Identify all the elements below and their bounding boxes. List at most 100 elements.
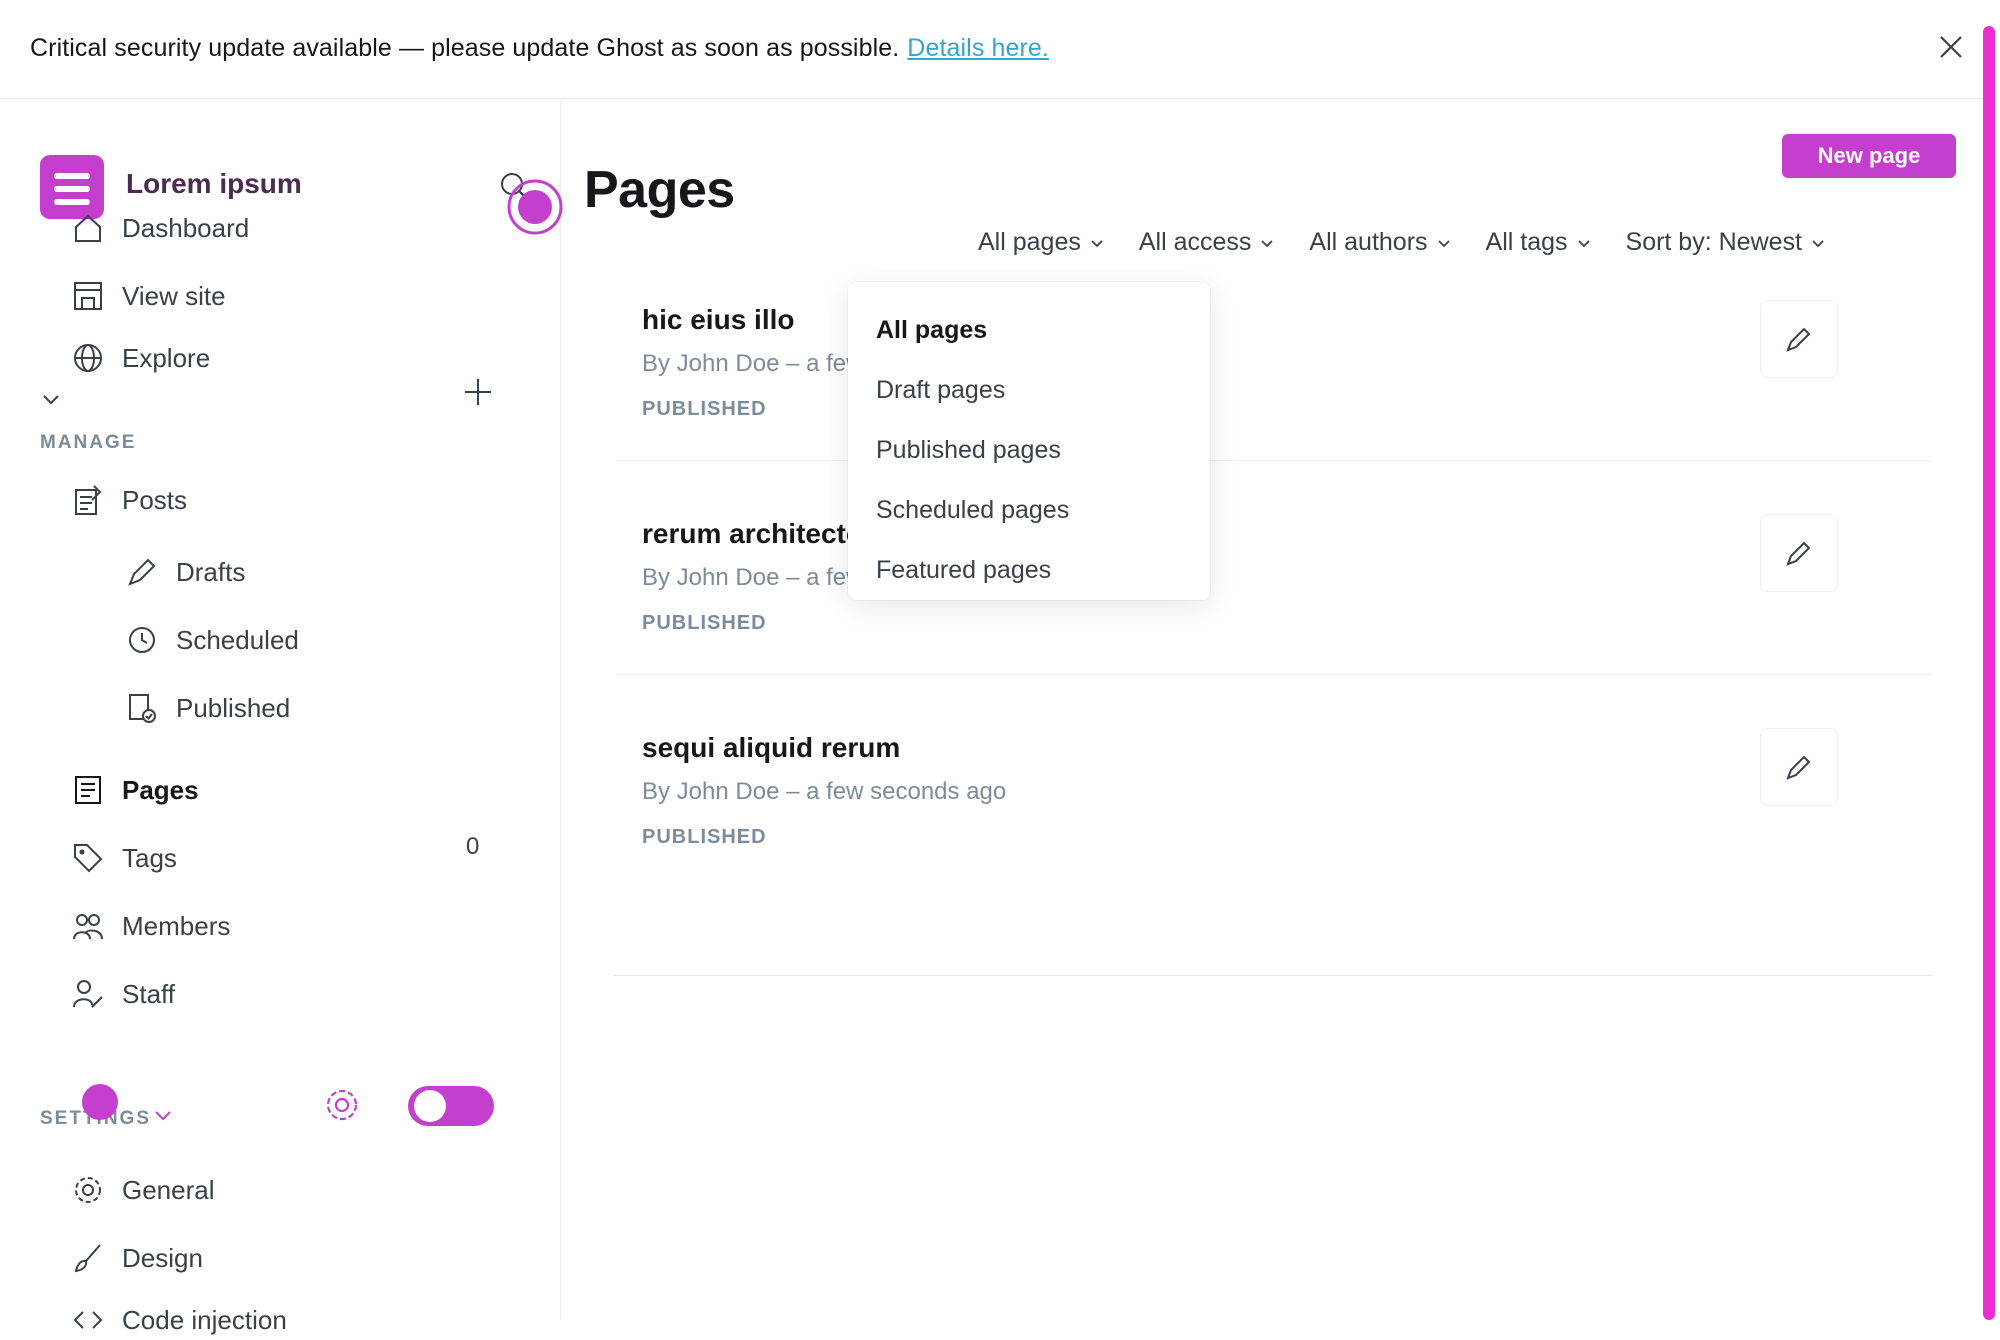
filter-label: All pages bbox=[978, 228, 1081, 256]
sidebar-item-label: Posts bbox=[122, 484, 188, 515]
page-title-link[interactable]: hic eius illo bbox=[642, 304, 794, 336]
pencil-icon bbox=[1786, 327, 1811, 352]
list-item[interactable]: hic eius illo By John Doe – a few second… bbox=[616, 290, 1932, 506]
home-icon bbox=[75, 214, 101, 242]
add-post-icon[interactable] bbox=[462, 376, 494, 408]
dropdown-option-scheduled-pages[interactable]: Scheduled pages bbox=[876, 496, 1069, 525]
filter-label: All authors bbox=[1309, 228, 1428, 256]
pages-title-icon bbox=[507, 179, 563, 235]
filter-bar: All pages All access All authors All tag… bbox=[978, 228, 1826, 257]
tag-icon bbox=[74, 844, 103, 873]
sidebar-item-staff[interactable]: Staff bbox=[72, 974, 175, 1014]
sidebar-item-view-site[interactable]: View site bbox=[72, 276, 226, 316]
gear-icon bbox=[75, 1177, 101, 1203]
list-item[interactable]: sequi aliquid rerum By John Doe – a few … bbox=[616, 718, 1932, 934]
sidebar-item-label: Drafts bbox=[176, 556, 246, 587]
pencil-icon bbox=[1786, 755, 1811, 780]
filter-label: All tags bbox=[1485, 228, 1568, 256]
chevron-down-icon bbox=[1577, 239, 1590, 247]
new-page-button[interactable]: New page bbox=[1782, 134, 1956, 178]
sidebar-item-label: Code injection bbox=[122, 1304, 287, 1335]
row-divider bbox=[616, 674, 1932, 675]
clock-icon bbox=[129, 627, 155, 653]
chevron-down-icon bbox=[1261, 239, 1274, 247]
sort-select[interactable]: Sort by: Newest bbox=[1626, 228, 1826, 257]
pages-icon bbox=[75, 776, 101, 804]
members-icon bbox=[73, 914, 103, 940]
sidebar-item-members[interactable]: Members bbox=[72, 906, 230, 946]
chevron-down-icon[interactable] bbox=[152, 1104, 174, 1126]
page-meta: By John Doe – a few seconds ago bbox=[642, 778, 1007, 805]
toggle-knob bbox=[414, 1090, 446, 1122]
status-badge: PUBLISHED bbox=[642, 398, 767, 420]
sidebar-item-label: Tags bbox=[122, 842, 177, 873]
filter-label: Sort by: Newest bbox=[1625, 228, 1802, 256]
paintbrush-icon bbox=[74, 1244, 101, 1273]
dropdown-option-featured-pages[interactable]: Featured pages bbox=[876, 556, 1051, 585]
published-icon bbox=[129, 694, 156, 723]
sidebar-item-scheduled[interactable]: Scheduled bbox=[126, 620, 299, 660]
filter-label: All access bbox=[1138, 228, 1252, 256]
chevron-down-icon[interactable] bbox=[40, 388, 62, 410]
sidebar-item-label: Published bbox=[176, 692, 291, 723]
edit-page-button[interactable] bbox=[1760, 514, 1838, 592]
row-divider bbox=[616, 460, 1932, 461]
filter-tags-select[interactable]: All tags bbox=[1486, 228, 1592, 257]
page-type-dropdown: All pages Draft pages Published pages Sc… bbox=[848, 282, 1210, 600]
sidebar-item-label: Design bbox=[122, 1242, 203, 1273]
pencil-icon bbox=[1786, 541, 1811, 566]
page-title-link[interactable]: sequi aliquid rerum bbox=[642, 732, 900, 764]
list-item[interactable]: rerum architecto quibusdam By John Doe –… bbox=[616, 504, 1932, 720]
members-count: 0 bbox=[466, 833, 480, 860]
filter-type-select[interactable]: All pages bbox=[978, 228, 1105, 257]
posts-icon bbox=[75, 485, 102, 515]
sidebar-item-label: General bbox=[122, 1174, 215, 1205]
pencil-icon bbox=[128, 558, 156, 586]
globe-icon bbox=[74, 344, 102, 372]
sidebar-item-label: View site bbox=[122, 280, 226, 311]
chevron-down-icon bbox=[1091, 239, 1103, 247]
banner-divider bbox=[0, 98, 1985, 99]
status-badge: PUBLISHED bbox=[642, 826, 767, 848]
close-icon[interactable] bbox=[1936, 32, 1966, 62]
settings-gear-icon[interactable] bbox=[322, 1085, 362, 1125]
sidebar-item-design[interactable]: Design bbox=[72, 1238, 203, 1278]
scrollbar[interactable] bbox=[1983, 26, 1995, 1320]
filter-authors-select[interactable]: All authors bbox=[1309, 228, 1451, 257]
status-badge: PUBLISHED bbox=[642, 612, 767, 634]
avatar[interactable] bbox=[82, 1084, 118, 1120]
sidebar-item-general[interactable]: General bbox=[72, 1170, 215, 1210]
sidebar-item-drafts[interactable]: Drafts bbox=[126, 552, 245, 592]
dropdown-option-draft-pages[interactable]: Draft pages bbox=[876, 376, 1005, 405]
update-banner: Critical security update available — ple… bbox=[0, 0, 2000, 100]
sidebar-item-label: Dashboard bbox=[122, 212, 250, 243]
edit-page-button[interactable] bbox=[1760, 728, 1838, 806]
sidebar-item-tags[interactable]: Tags bbox=[72, 838, 177, 878]
sidebar-item-code-injection[interactable]: Code injection bbox=[72, 1300, 287, 1340]
sidebar-item-label: Pages bbox=[122, 774, 199, 805]
chevron-down-icon bbox=[1437, 239, 1450, 247]
dropdown-option-all-pages[interactable]: All pages bbox=[876, 316, 987, 345]
banner-text: Critical security update available — ple… bbox=[30, 34, 900, 62]
banner-details-link[interactable]: Details here. bbox=[907, 34, 1049, 62]
sidebar-item-label: Scheduled bbox=[176, 624, 299, 655]
banner-message: Critical security update available — ple… bbox=[30, 34, 1049, 63]
sidebar-item-pages[interactable]: Pages bbox=[72, 770, 199, 810]
sidebar-item-posts[interactable]: Posts bbox=[72, 480, 187, 520]
view-site-icon bbox=[74, 282, 102, 310]
filter-access-select[interactable]: All access bbox=[1139, 228, 1276, 257]
list-end-divider bbox=[614, 975, 1932, 976]
section-manage: MANAGE bbox=[40, 432, 137, 453]
sidebar-item-label: Members bbox=[122, 910, 231, 941]
sidebar-item-explore[interactable]: Explore bbox=[72, 338, 210, 378]
edit-page-button[interactable] bbox=[1760, 300, 1838, 378]
code-icon bbox=[73, 1311, 103, 1329]
page-title: Pages bbox=[584, 161, 735, 219]
sidebar-item-dashboard[interactable]: Dashboard bbox=[72, 208, 249, 248]
chevron-down-icon bbox=[1812, 239, 1824, 247]
site-name: Lorem ipsum bbox=[126, 168, 302, 199]
sidebar-item-label: Staff bbox=[122, 978, 176, 1009]
sidebar-item-published[interactable]: Published bbox=[126, 688, 290, 728]
sidebar-item-label: Explore bbox=[122, 342, 211, 373]
dropdown-option-published-pages[interactable]: Published pages bbox=[876, 436, 1061, 465]
